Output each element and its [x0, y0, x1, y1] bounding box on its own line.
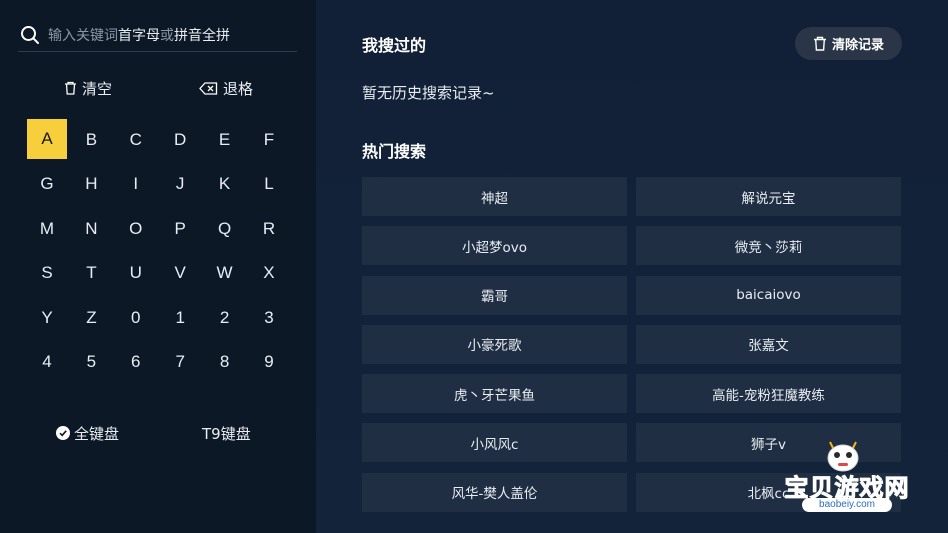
- backspace-button[interactable]: 退格: [199, 76, 253, 100]
- check-icon: [56, 426, 70, 440]
- hot-search-item[interactable]: 小豪死歌: [362, 324, 627, 364]
- key-x[interactable]: X: [247, 251, 291, 295]
- watermark-logo: 宝贝游戏网 baobeiy.com: [772, 438, 922, 520]
- hot-search-item[interactable]: 虎丶牙芒果鱼: [362, 374, 627, 414]
- key-w[interactable]: W: [203, 251, 247, 295]
- clear-history-button[interactable]: 清除记录: [795, 27, 902, 60]
- hot-search-item[interactable]: 张嘉文: [636, 324, 901, 364]
- t9-keyboard-label: T9键盘: [202, 424, 251, 443]
- clear-button[interactable]: 清空: [64, 76, 112, 100]
- full-keyboard-label: 全键盘: [74, 424, 120, 443]
- backspace-icon: [199, 81, 218, 95]
- hot-search-item[interactable]: 高能-宠粉狂魔教练: [636, 374, 901, 414]
- key-2[interactable]: 2: [203, 296, 247, 340]
- key-8[interactable]: 8: [203, 340, 247, 384]
- hot-search-item[interactable]: baicaiovo: [636, 275, 901, 315]
- history-empty-text: 暂无历史搜索记录~: [362, 84, 495, 102]
- key-m[interactable]: M: [25, 207, 69, 251]
- key-z[interactable]: Z: [69, 296, 113, 340]
- key-d[interactable]: D: [158, 118, 202, 162]
- key-7[interactable]: 7: [158, 340, 202, 384]
- backspace-label: 退格: [223, 79, 254, 98]
- hot-search-item[interactable]: 小风风c: [362, 423, 627, 463]
- key-v[interactable]: V: [158, 251, 202, 295]
- key-1[interactable]: 1: [158, 296, 202, 340]
- t9-keyboard-mode[interactable]: T9键盘: [202, 422, 251, 444]
- letter-keyboard: ABCDEF GHIJKL MNOPQR STUVWX YZ0123 456789: [25, 118, 291, 384]
- key-e[interactable]: E: [203, 118, 247, 162]
- hot-search-title: 热门搜索: [362, 142, 427, 161]
- search-placeholder: 输入关键词首字母或拼音全拼: [48, 27, 230, 44]
- hot-search-item[interactable]: 风华-樊人盖伦: [362, 472, 627, 512]
- hot-search-item[interactable]: 霸哥: [362, 275, 627, 315]
- trash-icon: [65, 81, 76, 95]
- search-icon: [20, 25, 40, 45]
- search-input[interactable]: 输入关键词首字母或拼音全拼: [18, 18, 297, 52]
- key-r[interactable]: R: [247, 207, 291, 251]
- key-f[interactable]: F: [247, 118, 291, 162]
- key-c[interactable]: C: [114, 118, 158, 162]
- key-y[interactable]: Y: [25, 296, 69, 340]
- hot-search-item[interactable]: 解说元宝: [636, 177, 901, 216]
- key-5[interactable]: 5: [69, 340, 113, 384]
- key-s[interactable]: S: [25, 251, 69, 295]
- key-h[interactable]: H: [69, 162, 113, 206]
- key-i[interactable]: I: [114, 162, 158, 206]
- hot-search-item[interactable]: 微竞丶莎莉: [636, 226, 901, 266]
- key-t[interactable]: T: [69, 251, 113, 295]
- key-g[interactable]: G: [25, 162, 69, 206]
- key-k[interactable]: K: [203, 162, 247, 206]
- hot-search-item[interactable]: 神超: [362, 177, 627, 216]
- clear-history-label: 清除记录: [831, 38, 884, 53]
- key-p[interactable]: P: [158, 207, 202, 251]
- key-u[interactable]: U: [114, 251, 158, 295]
- hot-search-item[interactable]: 小超梦ovo: [362, 226, 627, 266]
- history-title: 我搜过的: [362, 36, 427, 55]
- key-0[interactable]: 0: [114, 296, 158, 340]
- key-3[interactable]: 3: [247, 296, 291, 340]
- key-b[interactable]: B: [69, 118, 113, 162]
- key-a[interactable]: A: [27, 119, 67, 159]
- clear-label: 清空: [82, 79, 113, 98]
- key-o[interactable]: O: [114, 207, 158, 251]
- watermark-url: baobeiy.com: [802, 498, 892, 512]
- full-keyboard-mode[interactable]: 全键盘: [56, 422, 119, 444]
- key-9[interactable]: 9: [247, 340, 291, 384]
- trash-icon: [813, 36, 826, 51]
- key-j[interactable]: J: [158, 162, 202, 206]
- keyboard-panel: 输入关键词首字母或拼音全拼 清空 退格 ABCDEFGHIJKLMNOPQRST…: [0, 0, 316, 533]
- key-6[interactable]: 6: [114, 340, 158, 384]
- key-4[interactable]: 4: [25, 340, 69, 384]
- key-l[interactable]: L: [247, 162, 291, 206]
- key-n[interactable]: N: [69, 207, 113, 251]
- key-q[interactable]: Q: [203, 207, 247, 251]
